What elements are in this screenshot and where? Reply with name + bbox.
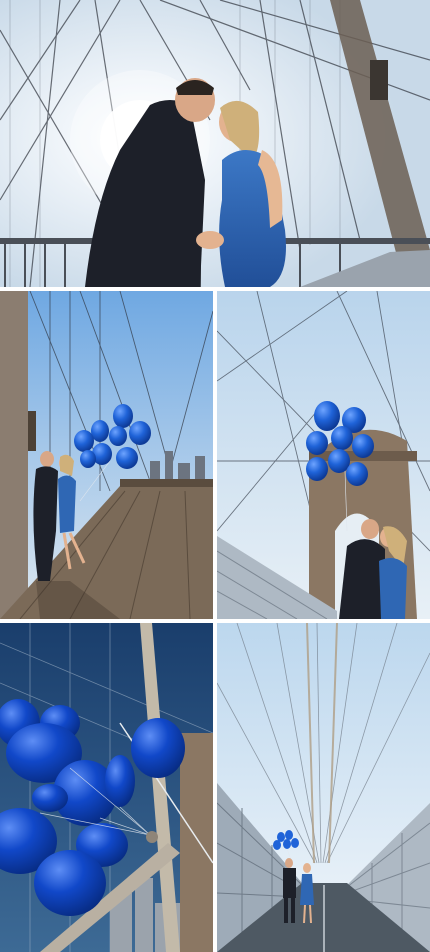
photo-couple-kissing-under-balloons xyxy=(217,291,430,619)
photo-balloons-closeup xyxy=(0,623,213,952)
photo-couple-kissing-bridge xyxy=(0,0,430,287)
photo-couple-walking-promenade xyxy=(217,623,430,952)
photo-couple-with-balloons xyxy=(0,291,213,619)
